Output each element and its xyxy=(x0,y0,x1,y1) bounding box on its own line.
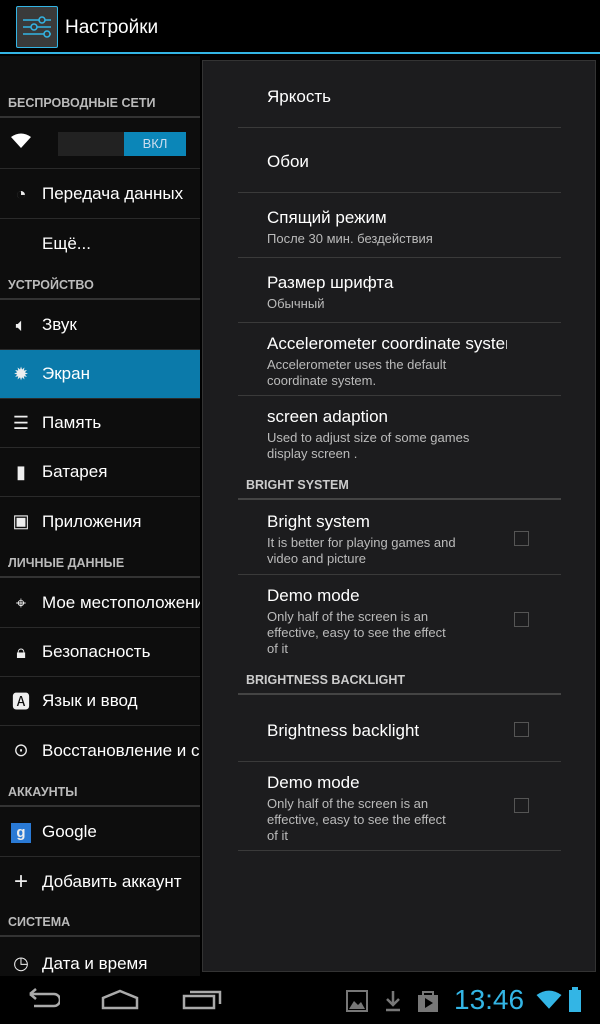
bright-system-checkbox[interactable] xyxy=(514,531,529,546)
pref-brightness[interactable]: Яркость xyxy=(238,61,561,128)
apps-icon: ▣ xyxy=(12,511,30,531)
section-header-system: СИСТЕМА xyxy=(0,906,200,937)
pref-sleep[interactable]: Спящий режим После 30 мин. бездействия xyxy=(238,193,561,258)
sidebar-item-security[interactable]: 🔒︎ Безопасность xyxy=(0,628,200,677)
lock-icon: 🔒︎ xyxy=(16,641,26,662)
sidebar-item-display[interactable]: ✹ Экран xyxy=(0,350,200,399)
sidebar-item-sound[interactable]: 🔈︎ Звук xyxy=(0,301,200,350)
pref-brightness-backlight[interactable]: Brightness backlight xyxy=(238,696,561,762)
location-icon: ⌖ xyxy=(15,592,27,613)
sidebar-item-wifi[interactable]: ВКЛ xyxy=(0,119,200,169)
backup-icon: ⊙ xyxy=(13,740,29,760)
pref-demo-mode[interactable]: Demo mode Only half of the screen is an e… xyxy=(238,575,561,666)
download-icon xyxy=(384,990,402,1018)
sidebar-item-storage[interactable]: ☰ Память xyxy=(0,399,200,448)
section-header-brightness-backlight: BRIGHTNESS BACKLIGHT xyxy=(238,673,561,695)
wifi-signal-icon xyxy=(536,990,562,1016)
system-bar: 13:46 xyxy=(0,976,600,1024)
sidebar-item-backup[interactable]: ⊙Восстановление и сброс xyxy=(0,726,200,775)
battery-status-icon xyxy=(568,987,582,1019)
pref-screen-adaption[interactable]: screen adaption Used to adjust size of so… xyxy=(238,396,561,470)
google-icon: g xyxy=(0,821,42,843)
display-settings-panel: Яркость Обои Спящий режим После 30 мин. б… xyxy=(202,60,596,972)
recent-apps-icon[interactable] xyxy=(182,986,222,1018)
wifi-toggle[interactable]: ВКЛ xyxy=(58,131,186,156)
section-header-wireless: БЕСПРОВОДНЫЕ СЕТИ xyxy=(0,84,200,118)
sidebar-item-date-time[interactable]: ◷ Дата и время xyxy=(0,938,200,976)
home-icon[interactable] xyxy=(100,988,140,1018)
settings-sliders-icon[interactable] xyxy=(16,6,58,48)
demo-mode-backlight-checkbox[interactable] xyxy=(514,798,529,813)
app-title: Настройки xyxy=(65,17,159,38)
brightness-backlight-checkbox[interactable] xyxy=(514,722,529,737)
clock-icon: ◷ xyxy=(13,953,29,973)
brightness-icon: ✹ xyxy=(13,363,29,384)
sidebar-item-battery[interactable]: ▮ Батарея xyxy=(0,448,200,497)
sidebar-item-data-usage[interactable]: ◔ Передача данных xyxy=(0,170,200,219)
wifi-icon xyxy=(0,133,42,154)
sidebar: БЕСПРОВОДНЫЕ СЕТИ ВКЛ ◔ Передача данных Е… xyxy=(0,56,200,976)
pref-font-size[interactable]: Размер шрифта Обычный xyxy=(238,258,561,323)
sidebar-item-location[interactable]: ⌖ Мое местоположение xyxy=(0,579,200,628)
section-header-personal: ЛИЧНЫЕ ДАННЫЕ xyxy=(0,546,200,578)
pref-wallpaper[interactable]: Обои xyxy=(238,128,561,193)
plus-icon: + xyxy=(13,867,28,895)
sidebar-item-language[interactable]: 🅰︎ Язык и ввод xyxy=(0,677,200,726)
sidebar-item-more[interactable]: Ещё... xyxy=(0,219,200,268)
play-store-icon xyxy=(417,989,439,1019)
demo-mode-checkbox[interactable] xyxy=(514,612,529,627)
section-header-device: УСТРОЙСТВО xyxy=(0,268,200,300)
sidebar-item-google[interactable]: g Google xyxy=(0,808,200,857)
language-icon: 🅰︎ xyxy=(12,692,30,712)
battery-icon: ▮ xyxy=(16,461,26,482)
section-header-bright-system: BRIGHT SYSTEM xyxy=(238,478,561,500)
sidebar-item-apps[interactable]: ▣ Приложения xyxy=(0,497,200,546)
pref-demo-mode-backlight[interactable]: Demo mode Only half of the screen is an e… xyxy=(238,762,561,851)
sidebar-item-add-account[interactable]: + Добавить аккаунт xyxy=(0,857,200,906)
status-clock: 13:46 xyxy=(454,984,525,1015)
pref-bright-system[interactable]: Bright system It is better for playing ga… xyxy=(238,501,561,575)
section-header-accounts: АККАУНТЫ xyxy=(0,775,200,807)
speaker-icon: 🔈︎ xyxy=(15,314,27,335)
back-icon[interactable] xyxy=(22,986,62,1018)
gallery-icon xyxy=(346,990,368,1018)
data-usage-icon: ◔ xyxy=(15,183,27,204)
wifi-toggle-on[interactable]: ВКЛ xyxy=(124,131,186,156)
storage-icon: ☰ xyxy=(12,412,30,433)
action-bar: Настройки xyxy=(0,0,600,54)
pref-accelerometer[interactable]: Accelerometer coordinate system Accelerom… xyxy=(238,323,561,396)
